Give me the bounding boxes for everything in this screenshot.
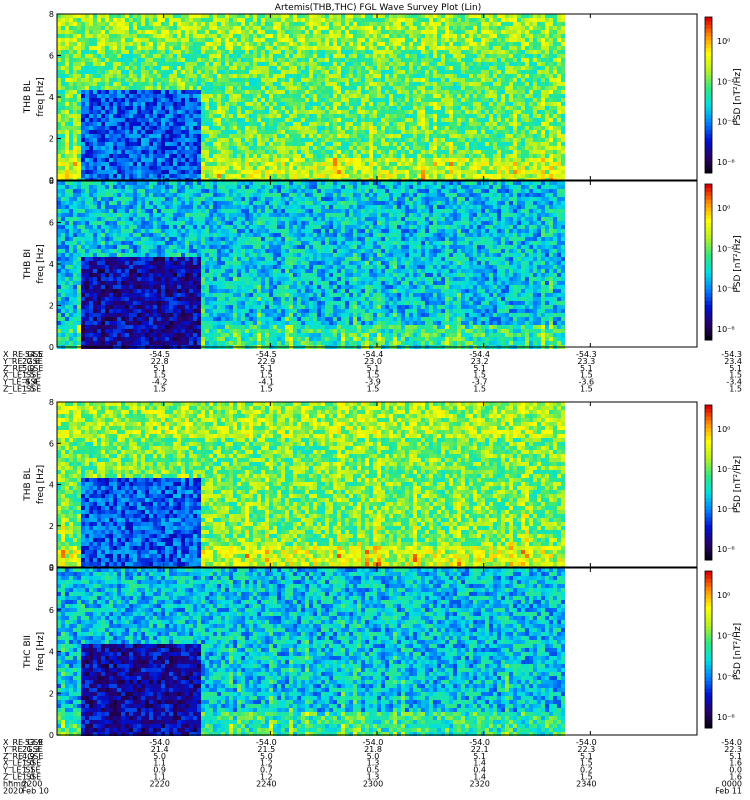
colorbar-tick-label: 10⁻² [717, 244, 735, 253]
figure-title: Artemis(THB,THC) FGL Wave Survey Plot (L… [275, 3, 481, 13]
colorbar-tick-label: 10⁰ [717, 37, 730, 46]
spectrogram-panels: 02468THB BL freq [Hz]10⁰10⁻²10⁻⁴10⁻⁶PSD [… [23, 10, 743, 740]
y-axis-label: THC BII [23, 635, 33, 669]
ephemeris-value: 1.5 [22, 385, 35, 394]
y-tick-label: 8 [49, 177, 54, 186]
colorbar-tick-label: 10⁰ [717, 591, 730, 600]
ephemeris-value: 2340 [576, 779, 596, 788]
colorbar-label: PSD [nT²/Hz] [733, 623, 743, 680]
spectrogram-panel-1: 02468THB BL freq [Hz]10⁰10⁻²10⁻⁴10⁻⁶PSD [… [23, 10, 743, 185]
y-tick-label: 8 [49, 564, 54, 573]
ephemeris-value: 1.5 [260, 385, 273, 394]
colorbar-tick-label: 10⁰ [717, 204, 730, 213]
spectrogram-panel-3: 02468THB BL freq [Hz]10⁰10⁻²10⁻⁴10⁻⁶PSD [… [23, 398, 743, 572]
ephemeris-value: 1.5 [729, 385, 742, 394]
colorbar-tick-label: 10⁻⁶ [717, 713, 735, 722]
y-tick-label: 2 [49, 689, 54, 698]
ephemeris-row-label: 2020 [3, 786, 23, 795]
y-tick-label: 6 [49, 219, 54, 228]
y-axis-label: THB BL [23, 81, 33, 115]
ephemeris-value: 1.5 [367, 385, 380, 394]
colorbar-label: PSD [nT²/Hz] [733, 235, 743, 292]
ephemeris-value: 2300 [363, 779, 383, 788]
ephemeris-value: 2220 [149, 779, 169, 788]
y-tick-label: 2 [49, 135, 54, 144]
y-tick-label: 8 [49, 10, 54, 19]
ephemeris-value: Feb 11 [715, 786, 742, 795]
colorbar-tick-label: 10⁻⁴ [717, 285, 735, 294]
y-axis-unit: freq [Hz] [36, 77, 46, 116]
y-tick-label: 6 [49, 439, 54, 448]
y-axis-unit: freq [Hz] [36, 244, 46, 283]
heatmap-cells [57, 568, 565, 736]
y-tick-label: 2 [49, 522, 54, 531]
y-axis-unit: freq [Hz] [36, 465, 46, 504]
ephemeris-value: 2240 [256, 779, 276, 788]
colorbar-tick-label: 10⁻⁶ [717, 325, 735, 334]
ephemeris-value: 1.5 [153, 385, 166, 394]
ephemeris-top: X_RE_GSEY_RE_GSEZ_RE_GSEX_LE_SSEY_LE_SSE… [2, 350, 742, 394]
colorbar-tick-label: 10⁰ [717, 425, 730, 434]
colorbar-label: PSD [nT²/Hz] [733, 456, 743, 513]
y-tick-label: 6 [49, 52, 54, 61]
colorbar: 10⁰ 10⁻² 10⁻⁴ 10⁻⁶ PSD [nT²/Hz] [704, 16, 743, 174]
ephemeris-value: 1.5 [580, 385, 593, 394]
y-axis-label: THB BI [23, 249, 33, 280]
spectrogram-panel-2: 0 2 4 6 8 THB BI freq [Hz] 10⁰ 10⁻² 10⁻⁴ 10⁻⁶ PSD [… [23, 177, 743, 352]
heatmap-cells [57, 14, 565, 182]
colorbar-tick-label: 10⁻⁶ [717, 158, 735, 167]
colorbar-tick-label: 10⁻² [717, 632, 735, 641]
y-tick-label: 0 [49, 343, 54, 352]
y-tick-label: 4 [49, 260, 54, 269]
y-axis-unit: freq [Hz] [36, 632, 46, 671]
y-axis-label: THB BL [23, 468, 33, 502]
colorbar-label: PSD [nT²/Hz] [733, 68, 743, 125]
y-tick-label: 4 [49, 93, 54, 102]
heatmap-cells [57, 181, 565, 349]
colorbar-tick-label: 10⁻⁶ [717, 545, 735, 554]
ephemeris-bottom: X_RE_GSEY_RE_GSEZ_RE_GSEX_LE_SSEY_LE_SSE… [2, 738, 742, 795]
y-tick-label: 6 [49, 606, 54, 615]
heatmap-cells [57, 402, 565, 570]
spectrogram-panel-4: 0 2 4 6 8 THC BII freq [Hz] 10⁰ 10⁻² 10⁻⁴ 10⁻⁶ PSD … [23, 564, 743, 740]
ephemeris-value: 2320 [469, 779, 489, 788]
y-tick-label: 2 [49, 302, 54, 311]
y-tick-label: 8 [49, 398, 54, 407]
colorbar-tick-label: 10⁻² [717, 77, 735, 86]
y-tick-label: 4 [49, 481, 54, 490]
colorbar-tick-label: 10⁻⁴ [717, 505, 735, 514]
colorbar-tick-label: 10⁻² [717, 465, 735, 474]
y-tick-label: 0 [49, 731, 54, 740]
y-tick-label: 4 [49, 648, 54, 657]
ephemeris-value: Feb 10 [22, 786, 49, 795]
colorbar: 10⁰ 10⁻² 10⁻⁴ 10⁻⁶ PSD [nT²/Hz] [704, 183, 743, 341]
colorbar-tick-label: 10⁻⁴ [717, 672, 735, 681]
ephemeris-value: 1.5 [473, 385, 486, 394]
wave-survey-figure: Artemis(THB,THC) FGL Wave Survey Plot (L… [2, 3, 743, 795]
colorbar-tick-label: 10⁻⁴ [717, 118, 735, 127]
colorbar: 10⁰ 10⁻² 10⁻⁴ 10⁻⁶ PSD [nT²/Hz] [704, 570, 743, 729]
colorbar: 10⁰ 10⁻² 10⁻⁴ 10⁻⁶ PSD [nT²/Hz] [704, 404, 743, 561]
